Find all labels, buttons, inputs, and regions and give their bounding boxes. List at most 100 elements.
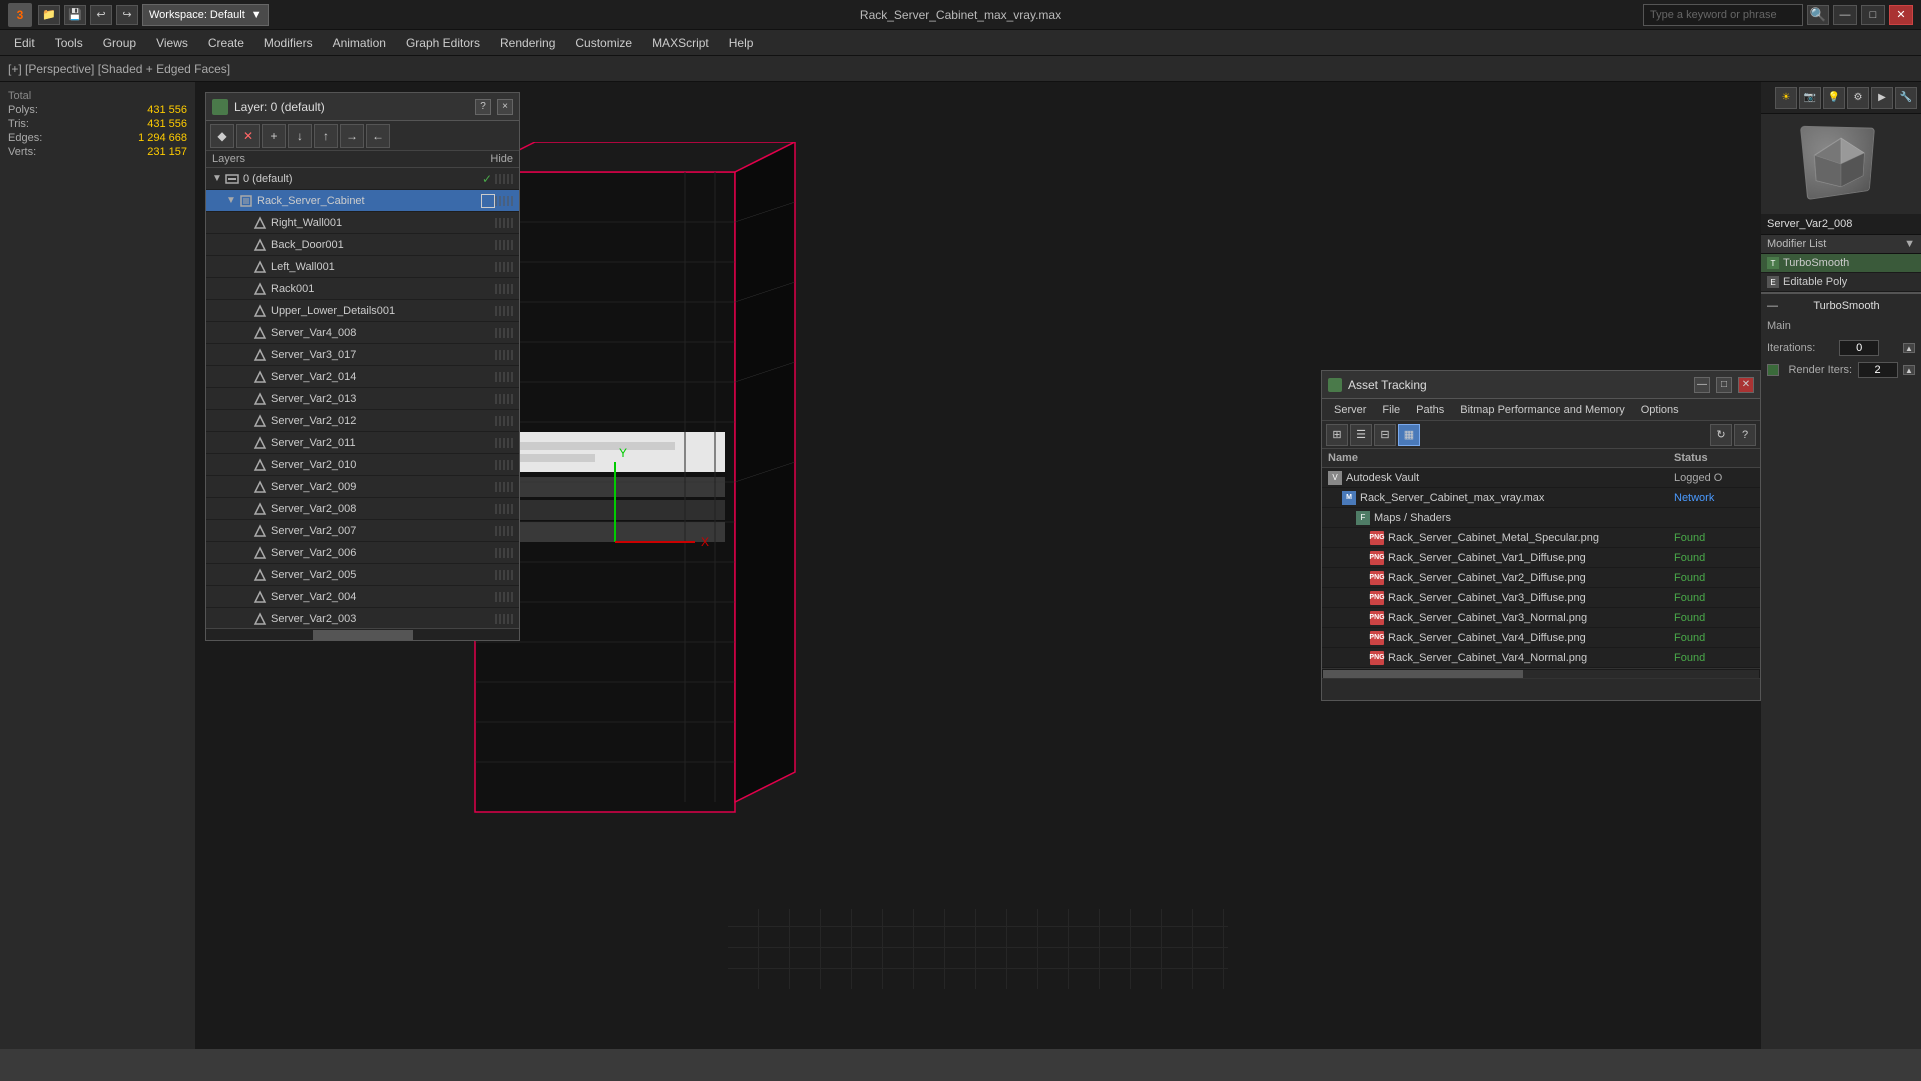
camera-icon[interactable]: 📷 [1799,87,1821,109]
asset-list-item[interactable]: PNGRack_Server_Cabinet_Var2_Diffuse.pngF… [1322,568,1760,588]
asset-tool-list[interactable]: ☰ [1350,424,1372,446]
sun-icon[interactable]: ☀ [1775,87,1797,109]
layer-list-item[interactable]: Server_Var2_010 [206,454,519,476]
ts-render-iters-input[interactable] [1858,362,1898,378]
menu-maxscript[interactable]: MAXScript [642,34,719,52]
utility-icon[interactable]: 🔧 [1895,87,1917,109]
menu-graph-editors[interactable]: Graph Editors [396,34,490,52]
asset-menu-options[interactable]: Options [1633,402,1687,418]
menu-views[interactable]: Views [146,34,198,52]
asset-scrollbar-thumb[interactable] [1323,670,1523,678]
layer-list-item[interactable]: Server_Var2_008 [206,498,519,520]
layer-tool-move-right[interactable]: → [340,124,364,148]
layer-list-item[interactable]: Server_Var2_014 [206,366,519,388]
ts-render-checkbox[interactable] [1767,364,1779,376]
asset-list-item[interactable]: PNGRack_Server_Cabinet_Var3_Normal.pngFo… [1322,608,1760,628]
layer-list-item[interactable]: Server_Var2_006 [206,542,519,564]
asset-tool-table[interactable]: ▦ [1398,424,1420,446]
layer-list-item[interactable]: Server_Var2_007 [206,520,519,542]
menu-group[interactable]: Group [93,34,146,52]
toolbar-save[interactable]: 💾 [64,5,86,25]
layer-list-item[interactable]: ▼Rack_Server_Cabinet [206,190,519,212]
layer-expand-icon[interactable]: ▼ [224,195,238,206]
cube-navigator[interactable] [1761,114,1921,214]
asset-menu-bitmap[interactable]: Bitmap Performance and Memory [1452,402,1632,418]
layer-tool-select[interactable]: ◆ [210,124,234,148]
asset-scrollbar[interactable] [1322,668,1760,678]
layer-list-item[interactable]: ▼0 (default)✓ [206,168,519,190]
layer-list-item[interactable]: Back_Door001 [206,234,519,256]
asset-list-item[interactable]: PNGRack_Server_Cabinet_Metal_Specular.pn… [1322,528,1760,548]
asset-list-item[interactable]: PNGRack_Server_Cabinet_Var1_Diffuse.pngF… [1322,548,1760,568]
asset-tool-grid2[interactable]: ⊟ [1374,424,1396,446]
asset-menu-server[interactable]: Server [1326,402,1374,418]
asset-list-item[interactable]: PNGRack_Server_Cabinet_Var4_Normal.pngFo… [1322,648,1760,668]
layer-list-item[interactable]: Server_Var2_003 [206,608,519,628]
layer-tool-delete[interactable]: ✕ [236,124,260,148]
ts-iterations-input[interactable] [1839,340,1879,356]
layer-help-button[interactable]: ? [475,99,491,115]
menu-create[interactable]: Create [198,34,254,52]
search-button[interactable]: 🔍 [1807,5,1829,25]
asset-scrollbar-track[interactable] [1323,670,1759,678]
toolbar-redo[interactable]: ↪ [116,5,138,25]
layer-list-item[interactable]: Left_Wall001 [206,256,519,278]
menu-customize[interactable]: Customize [565,34,642,52]
ts-collapse-icon[interactable]: — [1767,300,1778,312]
workspace-dropdown[interactable]: Workspace: Default ▼ [142,4,269,26]
asset-tool-grid1[interactable]: ⊞ [1326,424,1348,446]
menu-tools[interactable]: Tools [45,34,93,52]
layer-list-item[interactable]: Upper_Lower_Details001 [206,300,519,322]
maximize-button[interactable]: □ [1861,5,1885,25]
layer-close-button[interactable]: × [497,99,513,115]
asset-list-item[interactable]: PNGRack_Server_Cabinet_Var4_Diffuse.pngF… [1322,628,1760,648]
ts-render-up[interactable]: ▲ [1903,365,1915,375]
layer-tool-move-down[interactable]: ↓ [288,124,312,148]
toolbar-undo[interactable]: ↩ [90,5,112,25]
layer-list-item[interactable]: Server_Var2_004 [206,586,519,608]
layer-tool-move-left[interactable]: ← [366,124,390,148]
minimize-button[interactable]: — [1833,5,1857,25]
layer-tool-add[interactable]: + [262,124,286,148]
layer-scrollbar-thumb[interactable] [313,630,413,640]
layer-visibility-check[interactable]: ✓ [479,172,495,186]
layer-list-item[interactable]: Server_Var2_005 [206,564,519,586]
layer-list-item[interactable]: Server_Var2_013 [206,388,519,410]
layer-list-item[interactable]: Server_Var2_009 [206,476,519,498]
modifier-item-editable-poly[interactable]: E Editable Poly [1761,273,1921,292]
close-button[interactable]: ✕ [1889,5,1913,25]
layer-expand-icon[interactable]: ▼ [210,173,224,184]
menu-modifiers[interactable]: Modifiers [254,34,323,52]
asset-close-button[interactable]: ✕ [1738,377,1754,393]
asset-menu-paths[interactable]: Paths [1408,402,1452,418]
layer-tool-move-up[interactable]: ↑ [314,124,338,148]
layer-list-item[interactable]: Server_Var3_017 [206,344,519,366]
layer-list-item[interactable]: Rack001 [206,278,519,300]
layer-scrollbar[interactable] [206,628,519,640]
asset-list-item[interactable]: PNGRack_Server_Cabinet_Var3_Diffuse.pngF… [1322,588,1760,608]
render-icon[interactable]: ▶ [1871,87,1893,109]
menu-help[interactable]: Help [719,34,764,52]
asset-maximize-button[interactable]: □ [1716,377,1732,393]
toolbar-open[interactable]: 📁 [38,5,60,25]
ts-iterations-up[interactable]: ▲ [1903,343,1915,353]
layer-list-item[interactable]: Server_Var2_011 [206,432,519,454]
menu-rendering[interactable]: Rendering [490,34,565,52]
asset-list-item[interactable]: MRack_Server_Cabinet_max_vray.maxNetwork [1322,488,1760,508]
search-box[interactable]: Type a keyword or phrase [1643,4,1803,26]
modifier-item-turbosmooth[interactable]: T TurboSmooth [1761,254,1921,273]
asset-list-item[interactable]: VAutodesk VaultLogged O [1322,468,1760,488]
view-cube[interactable] [1800,126,1875,200]
menu-animation[interactable]: Animation [323,34,396,52]
layer-list-item[interactable]: Right_Wall001 [206,212,519,234]
asset-list-item[interactable]: FMaps / Shaders [1322,508,1760,528]
menu-edit[interactable]: Edit [4,34,45,52]
light-icon[interactable]: 💡 [1823,87,1845,109]
asset-minimize-button[interactable]: — [1694,377,1710,393]
layer-list-item[interactable]: Server_Var4_008 [206,322,519,344]
asset-menu-file[interactable]: File [1374,402,1408,418]
layer-list-item[interactable]: Server_Var2_012 [206,410,519,432]
gear-icon[interactable]: ⚙ [1847,87,1869,109]
asset-tool-help[interactable]: ? [1734,424,1756,446]
asset-tool-refresh[interactable]: ↻ [1710,424,1732,446]
